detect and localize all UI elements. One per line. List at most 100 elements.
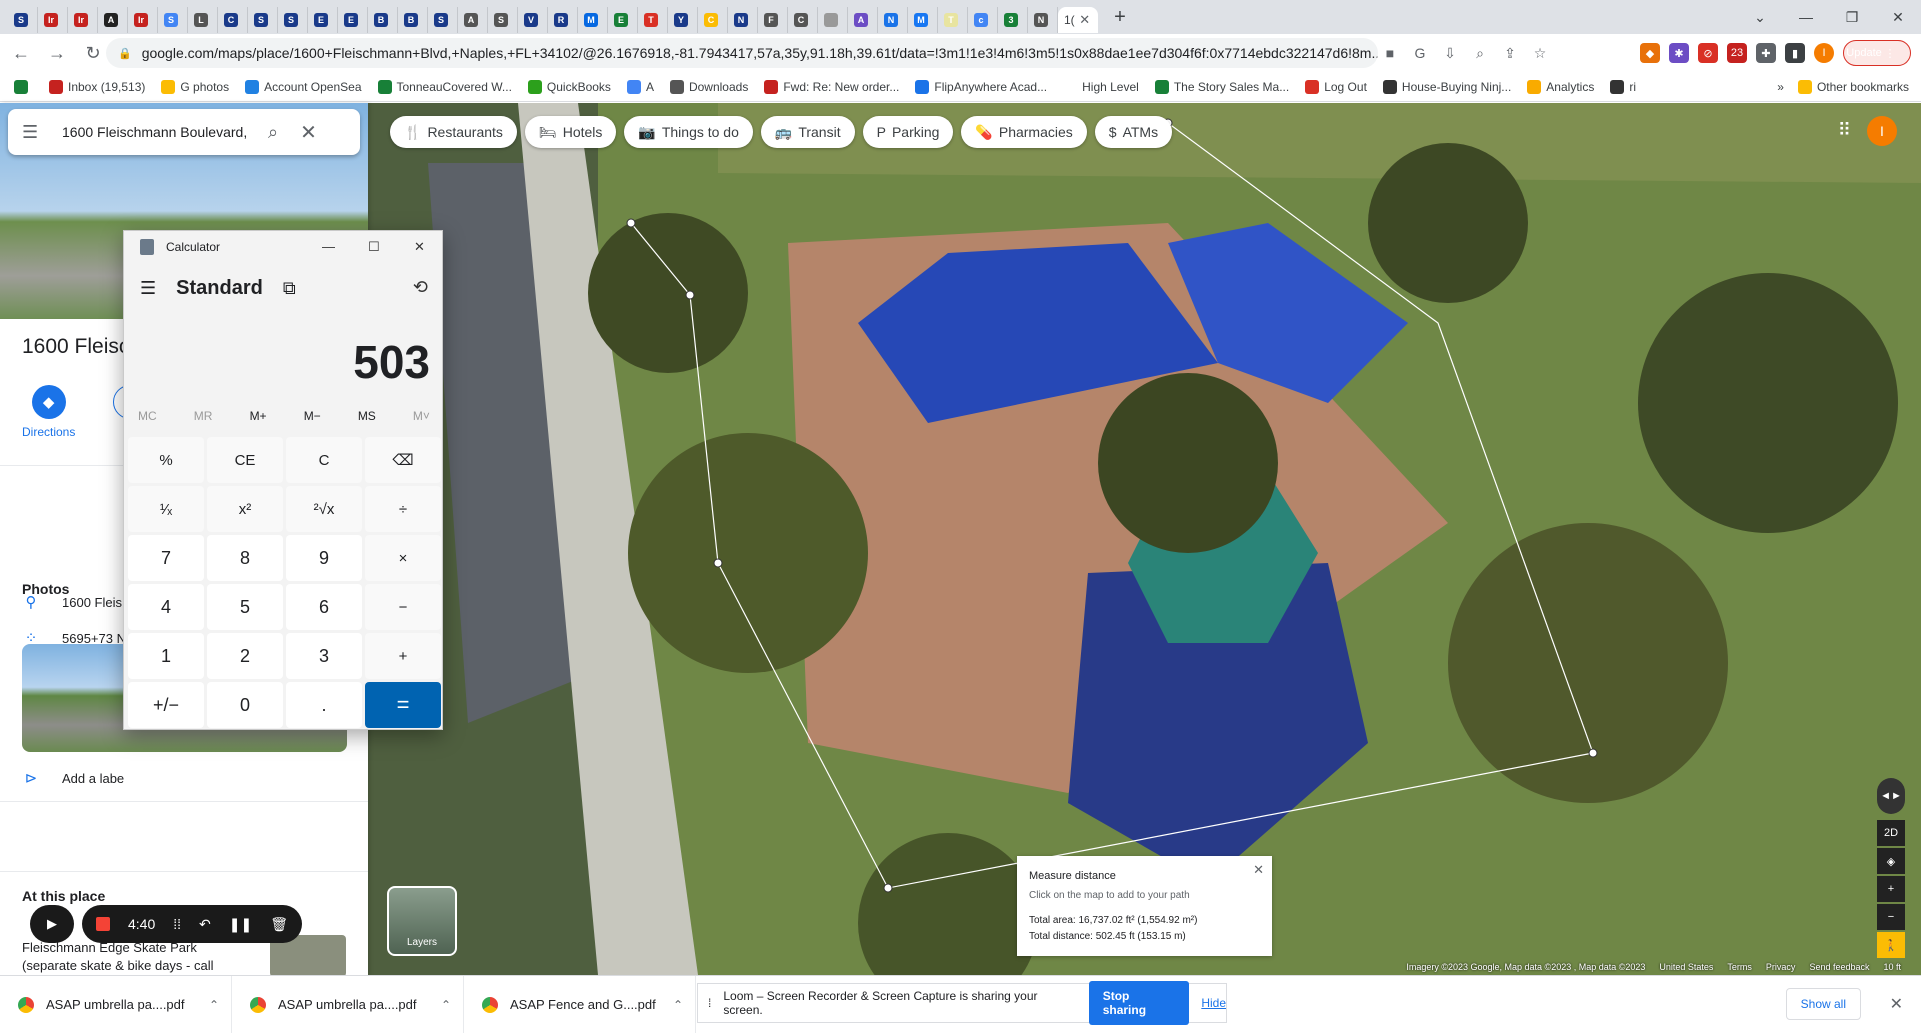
reload-button[interactable]: ↻ xyxy=(78,38,108,68)
keep-on-top-icon[interactable]: ⧉ xyxy=(283,278,296,299)
info-row[interactable]: ⊳ Add a labe xyxy=(22,769,124,787)
chip-things-to-do[interactable]: 📷 Things to do xyxy=(624,116,753,148)
menu-icon[interactable]: ☰ xyxy=(22,122,48,143)
install-icon[interactable]: ⇩ xyxy=(1440,43,1460,63)
bookmark-star-icon[interactable]: ☆ xyxy=(1530,43,1550,63)
browser-tab[interactable]: C xyxy=(698,7,728,33)
browser-tab[interactable]: M xyxy=(908,7,938,33)
browser-tab[interactable]: E xyxy=(308,7,338,33)
restart-icon[interactable]: ↶ xyxy=(199,916,211,933)
browser-tab[interactable]: S xyxy=(8,7,38,33)
active-tab[interactable]: 1(✕ xyxy=(1058,7,1098,33)
history-icon[interactable]: ⟲ xyxy=(413,277,428,298)
pause-icon[interactable]: ❚❚ xyxy=(229,916,252,933)
calc-key[interactable]: % xyxy=(128,437,204,483)
show-all-button[interactable]: Show all xyxy=(1785,988,1861,1020)
bookmark-item[interactable]: Analytics xyxy=(1527,79,1594,94)
calc-key[interactable]: 9 xyxy=(286,535,362,581)
chip-pharmacies[interactable]: 💊 Pharmacies xyxy=(961,116,1087,148)
bookmark-item[interactable]: G photos xyxy=(161,79,229,94)
browser-tab[interactable]: S xyxy=(158,7,188,33)
download-item[interactable]: ASAP Fence and G....pdf ⌃ xyxy=(464,975,696,1033)
calc-key[interactable]: + xyxy=(365,633,441,679)
new-tab-button[interactable]: + xyxy=(1106,3,1134,31)
chevron-up-icon[interactable]: ⌃ xyxy=(441,998,451,1012)
calc-key[interactable]: ¹⁄ₓ xyxy=(128,486,204,532)
browser-tab[interactable]: N xyxy=(728,7,758,33)
extension-icon[interactable]: ✱ xyxy=(1669,43,1689,63)
browser-tab[interactable]: N xyxy=(1028,7,1058,33)
privacy-link[interactable]: Privacy xyxy=(1766,962,1796,976)
back-button[interactable]: ← xyxy=(6,38,36,68)
tab-search-icon[interactable]: ⌄ xyxy=(1737,0,1783,34)
bookmark-item[interactable]: FlipAnywhere Acad... xyxy=(915,79,1047,94)
calc-key[interactable]: . xyxy=(286,682,362,728)
compass-icon[interactable]: ◄► xyxy=(1877,778,1905,814)
bookmark-item[interactable]: Inbox (19,513) xyxy=(49,79,145,94)
stop-sharing-button[interactable]: Stop sharing xyxy=(1088,981,1190,1025)
country-link[interactable]: United States xyxy=(1659,962,1713,976)
share-icon[interactable]: ⇪ xyxy=(1500,43,1520,63)
browser-tab[interactable]: T xyxy=(638,7,668,33)
terms-link[interactable]: Terms xyxy=(1727,962,1752,976)
2d-toggle[interactable]: 2D xyxy=(1877,820,1905,846)
memory-button[interactable]: MS xyxy=(358,409,376,423)
browser-tab[interactable]: Ir xyxy=(128,7,158,33)
chevron-up-icon[interactable]: ⌃ xyxy=(209,998,219,1012)
stop-record-icon[interactable] xyxy=(96,917,110,931)
drag-handle-icon[interactable]: ⁞⁞ xyxy=(173,916,181,932)
apps-grid-icon[interactable]: ⠿ xyxy=(1838,120,1851,141)
my-location-icon[interactable]: ◈ xyxy=(1877,848,1905,874)
calc-key[interactable]: ÷ xyxy=(365,486,441,532)
maps-profile-avatar[interactable]: I xyxy=(1867,116,1897,146)
browser-tab[interactable]: R xyxy=(548,7,578,33)
hide-link[interactable]: Hide xyxy=(1201,996,1226,1010)
calc-maximize-button[interactable]: ☐ xyxy=(368,239,380,255)
calc-key[interactable]: − xyxy=(365,584,441,630)
bookmark-item[interactable]: Downloads xyxy=(669,79,748,94)
update-button[interactable]: Update ⋮ xyxy=(1843,40,1911,66)
calc-minimize-button[interactable]: — xyxy=(322,239,335,254)
layers-button[interactable]: Layers xyxy=(387,886,457,956)
bookmark-item[interactable]: The Story Sales Ma... xyxy=(1154,79,1289,94)
download-item[interactable]: ASAP umbrella pa....pdf ⌃ xyxy=(0,975,232,1033)
directions-button[interactable]: ◆ Directions xyxy=(22,385,75,439)
browser-tab[interactable]: A xyxy=(848,7,878,33)
browser-tab[interactable]: L xyxy=(188,7,218,33)
minimize-button[interactable]: — xyxy=(1783,0,1829,34)
browser-tab[interactable]: E xyxy=(338,7,368,33)
browser-tab[interactable]: Ir xyxy=(38,7,68,33)
profile-avatar[interactable]: I xyxy=(1814,43,1834,63)
bookmark-item[interactable]: QuickBooks xyxy=(527,79,611,94)
browser-tab[interactable]: 3 xyxy=(998,7,1028,33)
tab-close-icon[interactable]: ✕ xyxy=(1077,12,1093,28)
scale-label[interactable]: 10 ft xyxy=(1883,962,1901,976)
chevron-up-icon[interactable]: ⌃ xyxy=(673,998,683,1012)
maximize-button[interactable]: ❐ xyxy=(1829,0,1875,34)
browser-tab[interactable]: E xyxy=(608,7,638,33)
browser-tab[interactable]: A xyxy=(98,7,128,33)
chip-parking[interactable]: P Parking xyxy=(862,116,954,148)
calc-close-button[interactable]: ✕ xyxy=(414,239,425,255)
zoom-out-button[interactable]: − xyxy=(1877,904,1905,930)
chip-atms[interactable]: $ ATMs xyxy=(1094,116,1173,148)
calc-key[interactable]: ²√x xyxy=(286,486,362,532)
loom-camera-button[interactable]: ▶ xyxy=(30,905,74,943)
puzzle-icon[interactable]: ✚ xyxy=(1756,43,1776,63)
bookmark-item[interactable]: Log Out xyxy=(1305,79,1367,94)
browser-tab[interactable] xyxy=(818,7,848,33)
clear-search-icon[interactable]: ✕ xyxy=(300,120,317,145)
send-feedback-link[interactable]: Send feedback xyxy=(1809,962,1869,976)
calc-key[interactable]: 0 xyxy=(207,682,283,728)
calc-key[interactable]: 2 xyxy=(207,633,283,679)
calc-key[interactable]: × xyxy=(365,535,441,581)
drag-handle-icon[interactable]: ⁞ xyxy=(708,996,711,1010)
calc-key[interactable]: 8 xyxy=(207,535,283,581)
browser-tab[interactable]: S xyxy=(428,7,458,33)
forward-button[interactable]: → xyxy=(42,38,72,68)
calc-key[interactable]: +/− xyxy=(128,682,204,728)
bookmark-item[interactable]: TonneauCovered W... xyxy=(377,79,512,94)
bookmark-item[interactable]: Fwd: Re: New order... xyxy=(764,79,899,94)
browser-tab[interactable]: V xyxy=(518,7,548,33)
calc-key[interactable]: 3 xyxy=(286,633,362,679)
